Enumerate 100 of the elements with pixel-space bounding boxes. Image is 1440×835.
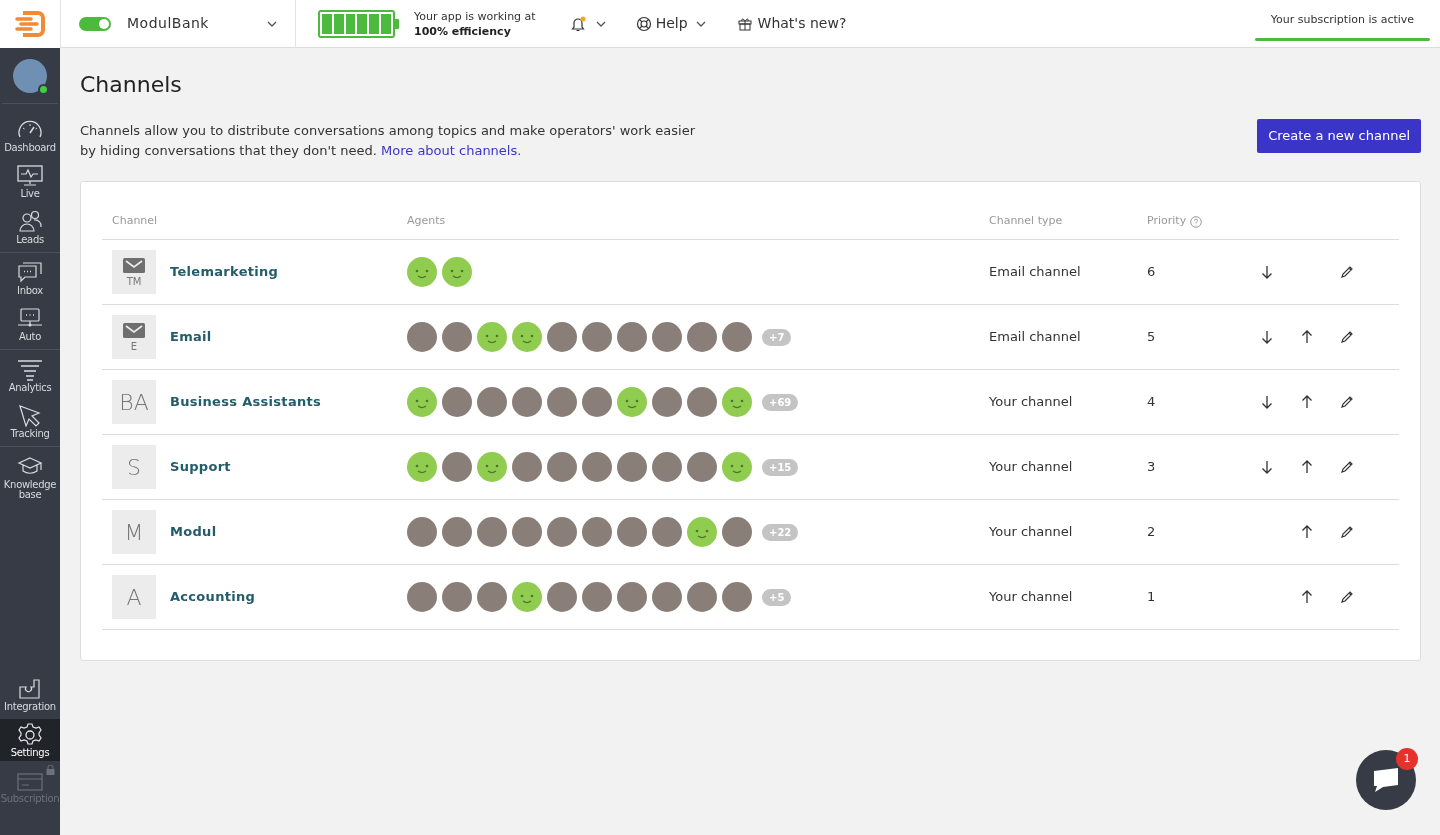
smiley-avatar-icon (722, 452, 752, 482)
channel-name-link[interactable]: Business Assistants (170, 392, 322, 412)
notification-badge: 1 (1396, 748, 1418, 770)
channel-priority: 2 (1147, 523, 1157, 542)
arrow-down-icon[interactable] (1261, 330, 1273, 344)
help-menu[interactable]: Help (635, 13, 706, 34)
channel-priority: 4 (1147, 393, 1157, 412)
arrow-up-icon[interactable] (1301, 590, 1313, 604)
arrow-down-icon[interactable] (1261, 265, 1273, 279)
photo-placeholder (652, 582, 682, 612)
user-avatar[interactable] (13, 58, 47, 93)
photo-placeholder (722, 322, 752, 352)
gear-icon (17, 723, 43, 746)
sidebar-item[interactable]: Tracking (0, 400, 60, 442)
photo-placeholder (477, 582, 507, 612)
channel-type: Email channel (989, 328, 1082, 347)
sidebar-item[interactable]: Auto (0, 303, 60, 345)
more-about-channels-link[interactable]: More about channels. (381, 143, 522, 158)
people-icon (17, 210, 43, 233)
photo-placeholder (652, 322, 682, 352)
arrow-up-icon[interactable] (1301, 330, 1313, 344)
chevron-down-icon (595, 20, 606, 27)
channel-initials: A (126, 583, 142, 612)
photo-placeholder (687, 387, 717, 417)
lock-icon (46, 765, 55, 775)
chat-bubble-icon (1371, 767, 1401, 793)
subscription-status: Your subscription is active (1270, 12, 1415, 28)
sidebar-item[interactable]: Settings (0, 719, 60, 761)
arrow-down-icon[interactable] (1261, 395, 1273, 409)
channel-priority: 3 (1147, 458, 1157, 477)
channel-type: Your channel (989, 393, 1074, 412)
photo-placeholder (512, 452, 542, 482)
chat-icon (17, 261, 43, 284)
pencil-icon[interactable] (1340, 525, 1354, 539)
more-agents-badge: +7 (762, 328, 792, 346)
photo-placeholder (442, 452, 472, 482)
channel-name-link[interactable]: Accounting (170, 587, 256, 607)
project-toggle[interactable] (79, 16, 111, 31)
photo-placeholder (582, 582, 612, 612)
cursor-icon (17, 404, 43, 427)
column-header: Agents (407, 213, 446, 230)
smiley-avatar-icon (477, 452, 507, 482)
channel-initials: M (124, 518, 144, 547)
smiley-avatar-icon (512, 322, 542, 352)
sidebar-item[interactable]: Knowledge base (0, 451, 60, 503)
arrow-up-icon[interactable] (1301, 525, 1313, 539)
smiley-avatar-icon (407, 387, 437, 417)
photo-placeholder (442, 517, 472, 547)
page-description: Channels allow you to distribute conversations among topics and make operators' work easier by hiding conversations that they don't need. More about channels. (80, 122, 696, 160)
channel-name-link[interactable]: Email (170, 327, 212, 347)
photo-placeholder (547, 387, 577, 417)
photo-placeholder (547, 322, 577, 352)
pencil-icon[interactable] (1340, 330, 1354, 344)
create-channel-button[interactable]: Create a new channel (1257, 119, 1421, 153)
efficiency-value: 100% efficiency (414, 23, 512, 39)
pencil-icon[interactable] (1340, 265, 1354, 279)
more-agents-badge: +15 (762, 458, 799, 476)
more-agents-badge: +5 (762, 588, 792, 606)
more-agents-badge: +22 (762, 523, 799, 541)
envelope-icon (123, 322, 145, 338)
chevron-down-icon (695, 20, 706, 27)
chat-widget-button[interactable]: 1 (1356, 750, 1416, 810)
smiley-avatar-icon (442, 257, 472, 287)
photo-placeholder (407, 322, 437, 352)
sidebar-item[interactable]: Integration (0, 673, 60, 715)
sidebar-item[interactable]: Dashboard (0, 114, 60, 156)
sidebar-item[interactable]: Leads (0, 206, 60, 248)
arrow-down-icon[interactable] (1261, 460, 1273, 474)
whats-new-link[interactable]: What's new? (737, 13, 847, 34)
sidebar-item[interactable]: Live (0, 160, 60, 202)
photo-placeholder (407, 582, 437, 612)
channel-type: Your channel (989, 523, 1074, 542)
arrow-up-icon[interactable] (1301, 395, 1313, 409)
sidebar-item[interactable]: Analytics (0, 354, 60, 396)
photo-placeholder (477, 517, 507, 547)
funnel-icon (17, 358, 43, 381)
help-icon (1190, 215, 1203, 228)
more-agents-badge: +69 (762, 393, 799, 411)
photo-placeholder (582, 387, 612, 417)
photo-placeholder (652, 517, 682, 547)
channel-initials: BA (119, 388, 149, 417)
smiley-avatar-icon (722, 387, 752, 417)
pencil-icon[interactable] (1340, 460, 1354, 474)
photo-placeholder (617, 452, 647, 482)
photo-placeholder (442, 387, 472, 417)
photo-placeholder (407, 517, 437, 547)
photo-placeholder (582, 517, 612, 547)
photo-placeholder (617, 322, 647, 352)
photo-placeholder (547, 582, 577, 612)
pencil-icon[interactable] (1340, 395, 1354, 409)
channel-name-link[interactable]: Modul (170, 522, 217, 542)
notifications-button[interactable] (569, 15, 606, 32)
photo-placeholder (477, 387, 507, 417)
channel-name-link[interactable]: Support (170, 457, 231, 477)
pencil-icon[interactable] (1340, 590, 1354, 604)
sidebar-item[interactable]: Inbox (0, 257, 60, 299)
arrow-up-icon[interactable] (1301, 460, 1313, 474)
monitor-icon (17, 164, 43, 187)
channel-name-link[interactable]: Telemarketing (170, 262, 279, 282)
project-selector[interactable]: ModulBank (60, 0, 296, 47)
